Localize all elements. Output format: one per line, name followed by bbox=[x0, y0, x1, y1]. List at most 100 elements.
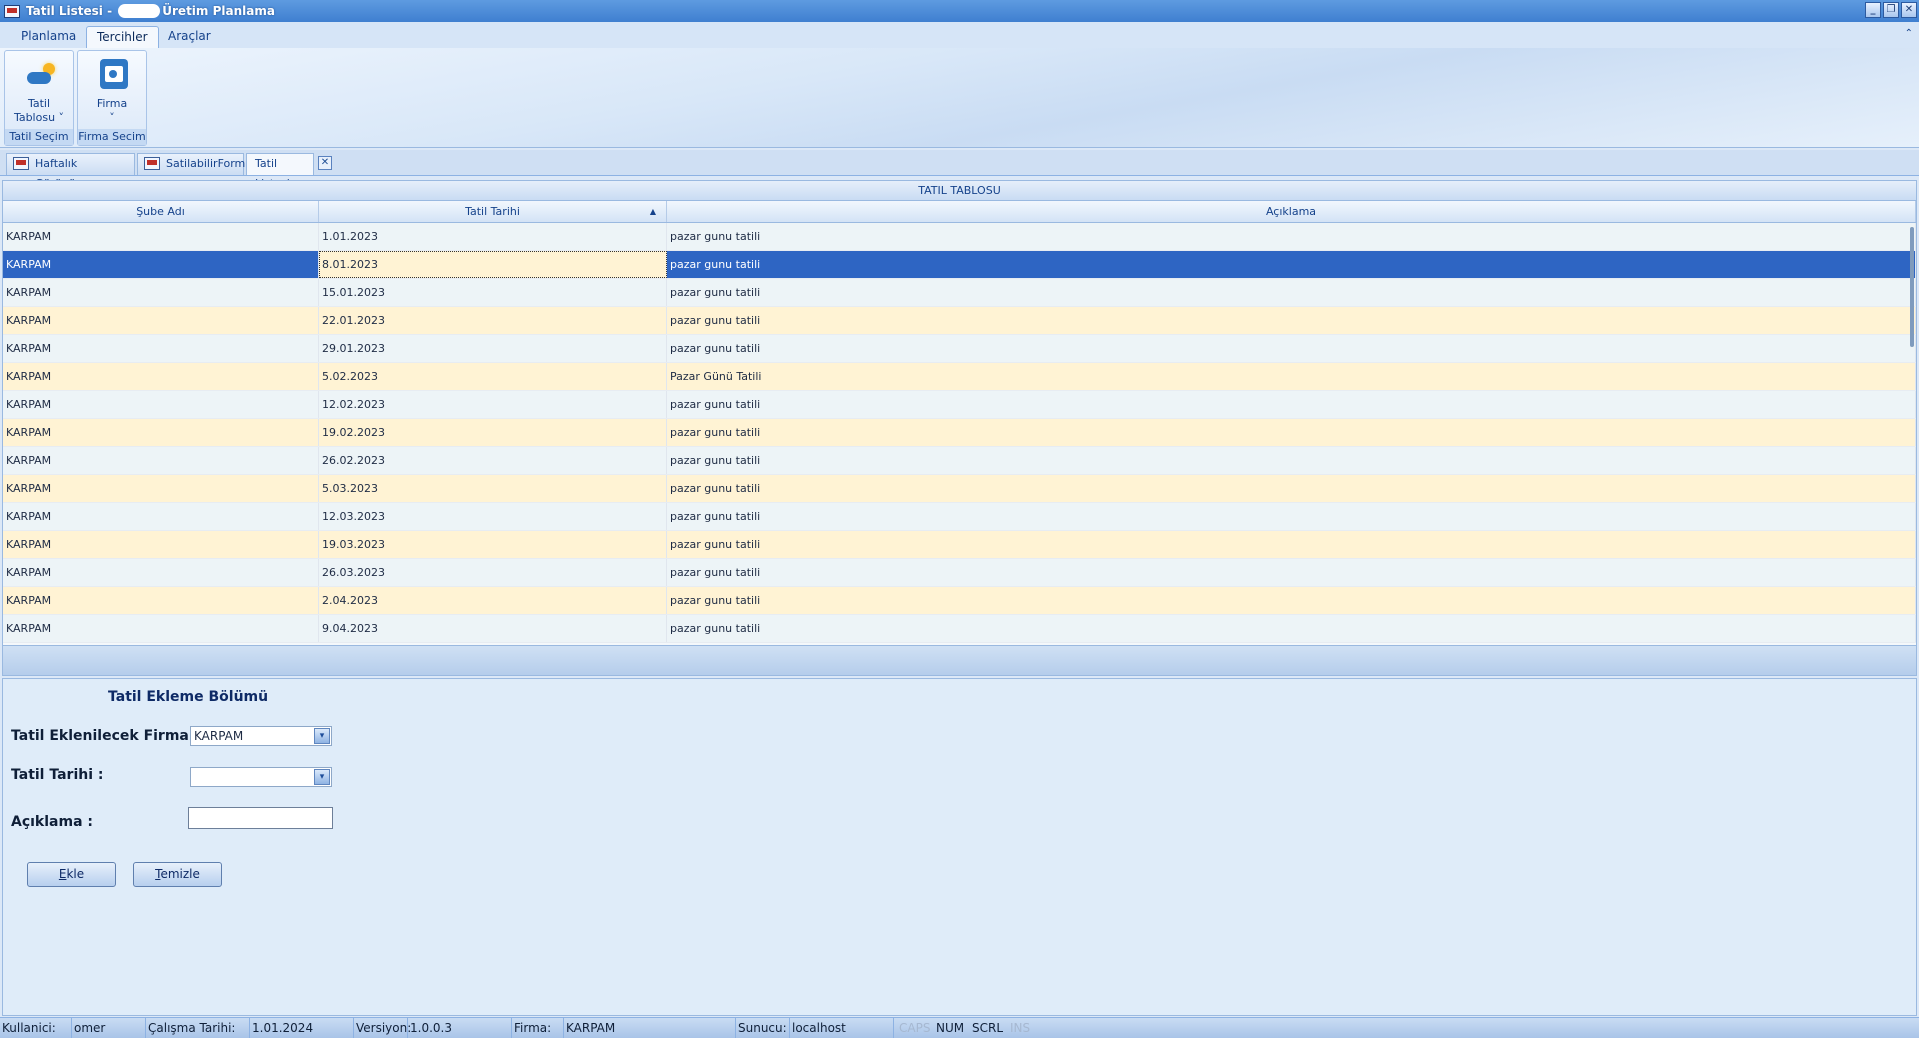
cell-tatil-tarihi[interactable]: 12.03.2023 bbox=[319, 503, 667, 530]
cell-tatil-tarihi[interactable]: 22.01.2023 bbox=[319, 307, 667, 334]
ribbon-group-tatil-secim: Tatil Tablosu ˅ Tatil Seçim bbox=[4, 50, 74, 146]
document-tabs: Haftalık Görünüm SatilabilirForm Tatil L… bbox=[0, 150, 1919, 190]
redacted-blob bbox=[118, 4, 161, 19]
cell-aciklama[interactable]: pazar gunu tatili bbox=[667, 475, 1916, 502]
column-header-sube-adi[interactable]: Şube Adı bbox=[3, 201, 319, 222]
cell-tatil-tarihi[interactable]: 12.02.2023 bbox=[319, 391, 667, 418]
cell-tatil-tarihi[interactable]: 29.01.2023 bbox=[319, 335, 667, 362]
cell-sube-adi[interactable]: KARPAM bbox=[3, 335, 319, 362]
table-row[interactable]: KARPAM 26.03.2023 pazar gunu tatili bbox=[3, 559, 1916, 587]
restore-button[interactable]: ❐ bbox=[1883, 2, 1899, 18]
cell-tatil-tarihi[interactable]: 5.03.2023 bbox=[319, 475, 667, 502]
table-row[interactable]: KARPAM 12.03.2023 pazar gunu tatili bbox=[3, 503, 1916, 531]
doc-tab-tatil-listesi[interactable]: Tatil Listesi bbox=[246, 153, 314, 190]
cell-sube-adi[interactable]: KARPAM bbox=[3, 559, 319, 586]
tatil-tablosu-button[interactable]: Tatil Tablosu ˅ bbox=[5, 51, 73, 131]
sort-ascending-icon: ▲ bbox=[649, 207, 656, 216]
cell-aciklama[interactable]: pazar gunu tatili bbox=[667, 307, 1916, 334]
table-row[interactable]: KARPAM 1.01.2023 pazar gunu tatili bbox=[3, 223, 1916, 251]
table-row[interactable]: KARPAM 5.03.2023 pazar gunu tatili bbox=[3, 475, 1916, 503]
tab-araclar[interactable]: Araçlar bbox=[158, 26, 221, 48]
cell-aciklama[interactable]: pazar gunu tatili bbox=[667, 559, 1916, 586]
aciklama-input[interactable] bbox=[188, 807, 333, 829]
table-row[interactable]: KARPAM 19.03.2023 pazar gunu tatili bbox=[3, 531, 1916, 559]
cell-sube-adi[interactable]: KARPAM bbox=[3, 251, 319, 278]
cell-tatil-tarihi[interactable]: 19.03.2023 bbox=[319, 531, 667, 558]
status-scrl: SCRL bbox=[972, 1021, 1004, 1035]
table-row[interactable]: KARPAM 15.01.2023 pazar gunu tatili bbox=[3, 279, 1916, 307]
cell-tatil-tarihi[interactable]: 9.04.2023 bbox=[319, 615, 667, 642]
cell-aciklama[interactable]: pazar gunu tatili bbox=[667, 447, 1916, 474]
ribbon-tabs: Planlama Tercihler Araçlar ⌃ bbox=[0, 22, 1919, 48]
cell-sube-adi[interactable]: KARPAM bbox=[3, 503, 319, 530]
close-tab-icon[interactable]: ✕ bbox=[318, 156, 332, 170]
table-row[interactable]: KARPAM 19.02.2023 pazar gunu tatili bbox=[3, 419, 1916, 447]
cell-aciklama[interactable]: pazar gunu tatili bbox=[667, 615, 1916, 642]
close-button[interactable]: ✕ bbox=[1901, 2, 1917, 18]
table-row[interactable]: KARPAM 9.04.2023 pazar gunu tatili bbox=[3, 615, 1916, 643]
ekle-button[interactable]: Ekle bbox=[27, 862, 116, 887]
ribbon-collapse-icon[interactable]: ⌃ bbox=[1905, 28, 1913, 39]
table-row[interactable]: KARPAM 26.02.2023 pazar gunu tatili bbox=[3, 447, 1916, 475]
cell-tatil-tarihi[interactable]: 26.03.2023 bbox=[319, 559, 667, 586]
cell-sube-adi[interactable]: KARPAM bbox=[3, 587, 319, 614]
table-row[interactable]: KARPAM 12.02.2023 pazar gunu tatili bbox=[3, 391, 1916, 419]
chevron-down-icon[interactable]: ▾ bbox=[314, 769, 330, 785]
column-header-aciklama[interactable]: Açıklama bbox=[667, 201, 1916, 222]
doc-tab-label: SatilabilirForm bbox=[166, 157, 246, 170]
cell-aciklama[interactable]: pazar gunu tatili bbox=[667, 251, 1916, 278]
company-document-icon bbox=[100, 59, 128, 89]
cell-aciklama[interactable]: pazar gunu tatili bbox=[667, 531, 1916, 558]
cell-aciklama[interactable]: pazar gunu tatili bbox=[667, 279, 1916, 306]
cell-aciklama[interactable]: pazar gunu tatili bbox=[667, 391, 1916, 418]
doc-tab-satilabilirform[interactable]: SatilabilirForm bbox=[137, 153, 246, 175]
ribbon-group-firma-secim: Firma ˅ Firma Secim bbox=[77, 50, 147, 146]
cell-tatil-tarihi[interactable]: 1.01.2023 bbox=[319, 223, 667, 250]
column-header-tatil-tarihi[interactable]: Tatil Tarihi ▲ bbox=[319, 201, 667, 222]
cell-sube-adi[interactable]: KARPAM bbox=[3, 223, 319, 250]
cell-aciklama[interactable]: pazar gunu tatili bbox=[667, 503, 1916, 530]
tab-tercihler[interactable]: Tercihler bbox=[86, 26, 159, 48]
tarih-combo[interactable]: ▾ bbox=[190, 767, 332, 787]
status-user-value: omer bbox=[72, 1018, 146, 1038]
minimize-button[interactable]: _ bbox=[1865, 2, 1881, 18]
cell-sube-adi[interactable]: KARPAM bbox=[3, 279, 319, 306]
table-row[interactable]: KARPAM 2.04.2023 pazar gunu tatili bbox=[3, 587, 1916, 615]
window-title-prefix: Tatil Listesi - bbox=[26, 3, 113, 18]
cell-sube-adi[interactable]: KARPAM bbox=[3, 307, 319, 334]
firma-button[interactable]: Firma ˅ bbox=[78, 51, 146, 131]
vertical-scrollbar[interactable] bbox=[1910, 227, 1914, 347]
cell-aciklama[interactable]: pazar gunu tatili bbox=[667, 223, 1916, 250]
tatil-grid: TATIL TABLOSU Şube Adı Tatil Tarihi ▲ Aç… bbox=[2, 180, 1917, 676]
firma-label-2: ˅ bbox=[109, 111, 115, 124]
cell-aciklama[interactable]: pazar gunu tatili bbox=[667, 419, 1916, 446]
cell-tatil-tarihi[interactable]: 15.01.2023 bbox=[319, 279, 667, 306]
cell-tatil-tarihi[interactable]: 5.02.2023 bbox=[319, 363, 667, 390]
table-row[interactable]: KARPAM 5.02.2023 Pazar Günü Tatili bbox=[3, 363, 1916, 391]
cell-aciklama[interactable]: pazar gunu tatili bbox=[667, 335, 1916, 362]
cell-tatil-tarihi[interactable]: 19.02.2023 bbox=[319, 419, 667, 446]
cell-sube-adi[interactable]: KARPAM bbox=[3, 475, 319, 502]
cell-sube-adi[interactable]: KARPAM bbox=[3, 447, 319, 474]
doc-tab-haftalik-gorunum[interactable]: Haftalık Görünüm bbox=[6, 153, 135, 190]
tab-planlama[interactable]: Planlama bbox=[11, 26, 86, 48]
firma-combo[interactable]: KARPAM ▾ bbox=[190, 726, 332, 746]
cell-tatil-tarihi[interactable]: 8.01.2023 bbox=[319, 251, 667, 278]
cell-sube-adi[interactable]: KARPAM bbox=[3, 615, 319, 642]
status-ins: INS bbox=[1010, 1021, 1031, 1035]
temizle-button[interactable]: Temizle bbox=[133, 862, 222, 887]
ekle-label: kle bbox=[66, 867, 85, 881]
cell-aciklama[interactable]: Pazar Günü Tatili bbox=[667, 363, 1916, 390]
cell-sube-adi[interactable]: KARPAM bbox=[3, 419, 319, 446]
cell-tatil-tarihi[interactable]: 2.04.2023 bbox=[319, 587, 667, 614]
cell-sube-adi[interactable]: KARPAM bbox=[3, 363, 319, 390]
chevron-down-icon[interactable]: ▾ bbox=[314, 728, 330, 744]
tarih-label: Tatil Tarihi : bbox=[11, 767, 104, 783]
table-row[interactable]: KARPAM 29.01.2023 pazar gunu tatili bbox=[3, 335, 1916, 363]
cell-aciklama[interactable]: pazar gunu tatili bbox=[667, 587, 1916, 614]
cell-sube-adi[interactable]: KARPAM bbox=[3, 391, 319, 418]
table-row[interactable]: KARPAM 8.01.2023 pazar gunu tatili bbox=[3, 251, 1916, 279]
cell-sube-adi[interactable]: KARPAM bbox=[3, 531, 319, 558]
table-row[interactable]: KARPAM 22.01.2023 pazar gunu tatili bbox=[3, 307, 1916, 335]
cell-tatil-tarihi[interactable]: 26.02.2023 bbox=[319, 447, 667, 474]
